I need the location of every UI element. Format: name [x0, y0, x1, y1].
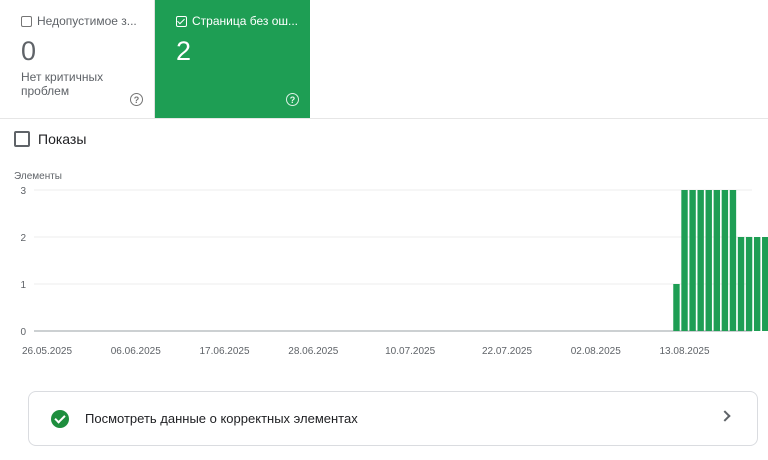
y-axis-title: Элементы: [14, 171, 62, 182]
y-tick-label: 2: [20, 233, 26, 244]
x-tick-label: 28.06.2025: [288, 346, 338, 357]
x-tick-label: 10.07.2025: [385, 346, 435, 357]
x-tick-label: 06.06.2025: [111, 346, 161, 357]
invalid-card[interactable]: Недопустимое з... 0 Нет критичных пробле…: [0, 0, 155, 118]
invalid-card-header[interactable]: Недопустимое з...: [21, 14, 137, 28]
x-tick-label: 26.05.2025: [22, 346, 72, 357]
y-tick-label: 3: [20, 186, 26, 197]
valid-checkbox-icon[interactable]: [176, 15, 187, 27]
y-tick-label: 1: [20, 280, 26, 291]
invalid-checkbox-icon[interactable]: [21, 15, 32, 27]
check-circle-icon: [51, 409, 69, 428]
help-circle-icon[interactable]: ?: [130, 93, 143, 106]
impressions-label: Показы: [38, 131, 87, 147]
y-tick-label: 0: [20, 327, 26, 338]
chart-bar: [762, 237, 768, 331]
x-tick-label: 22.07.2025: [482, 346, 532, 357]
chart-bar: [697, 190, 704, 331]
x-tick-label: 17.06.2025: [200, 346, 250, 357]
chart-bar: [729, 190, 737, 331]
chart-bar: [705, 190, 712, 331]
details-link-label: Посмотреть данные о корректных элементах: [85, 411, 358, 426]
help-circle-icon[interactable]: ?: [286, 93, 299, 106]
impressions-toggle[interactable]: Показы: [14, 131, 86, 147]
valid-card-value: 2: [176, 36, 192, 66]
valid-card[interactable]: Страница без ош... 2 ?: [155, 0, 310, 118]
chart-bar: [721, 190, 729, 331]
invalid-card-label: Недопустимое з...: [37, 14, 137, 28]
chart-bar: [673, 284, 680, 331]
chart-bar: [713, 190, 721, 331]
divider: [0, 118, 768, 119]
chart-bar: [753, 237, 761, 331]
impressions-checkbox-icon[interactable]: [14, 131, 30, 147]
chevron-right-icon[interactable]: [719, 410, 731, 422]
x-tick-label: 02.08.2025: [571, 346, 621, 357]
valid-card-header[interactable]: Страница без ош...: [176, 14, 298, 28]
valid-items-details-link[interactable]: Посмотреть данные о корректных элементах: [28, 391, 758, 446]
valid-card-label: Страница без ош...: [192, 14, 299, 28]
x-tick-label: 13.08.2025: [659, 346, 709, 357]
chart-bar: [689, 190, 696, 331]
invalid-card-subtitle: Нет критичных проблем: [21, 70, 104, 98]
chart-bar: [745, 237, 753, 331]
items-chart: Элементы 0 1 2 3 26.05.2025 06.06.2025 17.06.20…: [14, 171, 768, 357]
status-cards: Недопустимое з... 0 Нет критичных пробле…: [0, 0, 310, 118]
invalid-card-value: 0: [21, 36, 37, 66]
chart-bar: [737, 237, 745, 331]
chart-bar: [681, 190, 688, 331]
